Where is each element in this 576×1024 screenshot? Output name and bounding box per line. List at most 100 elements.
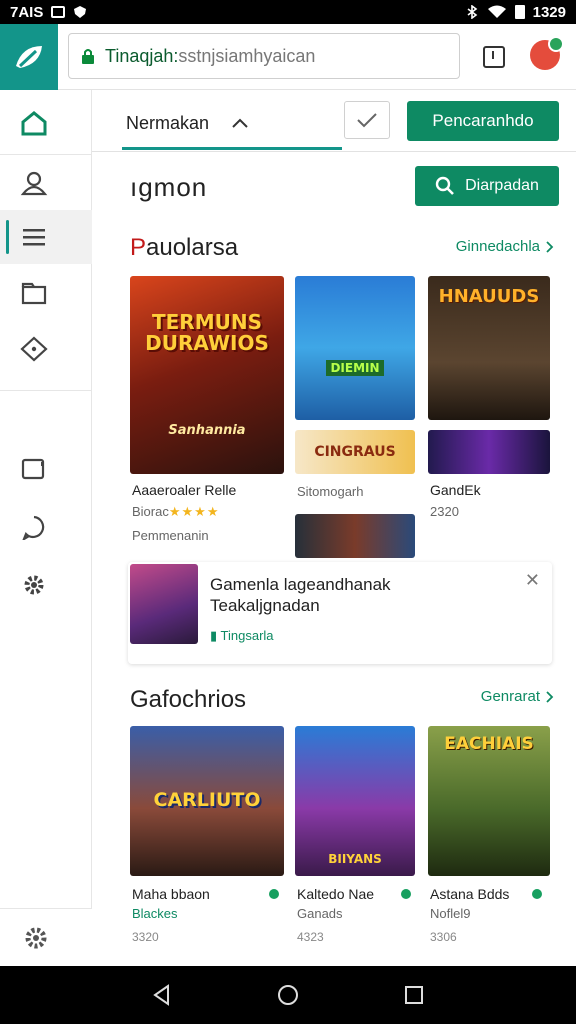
- url-path: sstnjsiamhyaican: [178, 45, 316, 66]
- search-button[interactable]: Diarpadan: [415, 166, 559, 206]
- close-icon[interactable]: ✕: [525, 570, 540, 591]
- status-clock: 1329: [532, 3, 566, 21]
- game-tile[interactable]: DIEMIN: [295, 276, 415, 420]
- game-tile-featured[interactable]: TERMUNS DURAWIOS Sanhannia: [130, 276, 284, 474]
- game-tile[interactable]: CINGRAUS: [295, 430, 415, 474]
- game-tile[interactable]: CARLIUTO: [130, 726, 284, 876]
- rating-stars: ★★★★: [168, 504, 220, 519]
- status-dot: [532, 889, 542, 899]
- game-meta: Noflel9: [430, 906, 471, 921]
- page-title: ıgmon: [130, 172, 208, 202]
- divider: [0, 390, 92, 391]
- status-dot: [269, 889, 279, 899]
- game-name: Maha bbaon: [132, 886, 210, 902]
- promo-card[interactable]: Gamenla lageandhanak Teakaljgnadan ▮ Tin…: [128, 562, 552, 664]
- back-icon[interactable]: [151, 984, 173, 1006]
- tile-art-subtitle: Sanhannia: [168, 423, 246, 439]
- status-bar: 7AIS 1329: [0, 0, 576, 24]
- check-icon: [357, 113, 377, 128]
- game-meta: Biorac★★★★: [132, 504, 220, 519]
- tile-art-title: EACHIAIS: [444, 734, 534, 754]
- game-name: Sitomogarh: [297, 484, 364, 499]
- tile-art-title: HNAUUDS: [438, 286, 540, 307]
- tab-selector[interactable]: Nermakan: [122, 102, 342, 150]
- settings-gear-icon: [25, 927, 47, 948]
- nav-folder[interactable]: [0, 266, 92, 320]
- app-logo[interactable]: [0, 24, 58, 90]
- tile-art-title: CINGRAUS: [314, 443, 396, 460]
- home-icon: [21, 111, 47, 136]
- tile-art-title: TERMUNS DURAWIOS: [145, 310, 269, 356]
- recents-icon[interactable]: [403, 984, 425, 1006]
- shield-icon: [74, 6, 87, 18]
- nav-tags[interactable]: [0, 322, 92, 376]
- nav-window[interactable]: [0, 442, 92, 496]
- chevron-up-icon: [232, 118, 248, 128]
- home-circle-icon[interactable]: [276, 983, 300, 1007]
- game-meta: Blackes: [132, 906, 178, 921]
- menu-icon: [23, 229, 45, 246]
- tab-label: Nermakan: [126, 112, 210, 133]
- game-name: Kaltedo Nae: [297, 886, 375, 902]
- game-name: Astana Bdds: [430, 886, 510, 902]
- game-tile[interactable]: EACHIAIS: [428, 726, 550, 876]
- game-tile[interactable]: [295, 514, 415, 558]
- folder-icon: [21, 282, 47, 305]
- game-extra: Pemmenanin: [132, 528, 209, 543]
- promo-art: [130, 564, 198, 644]
- game-meta: Ganads: [297, 906, 343, 921]
- wifi-icon: [487, 5, 506, 18]
- game-tile[interactable]: HNAUUDS: [428, 276, 550, 420]
- section-popular-title: Pauolarsa: [130, 234, 239, 261]
- search-label: Diarpadan: [465, 177, 539, 194]
- primary-action-button[interactable]: Pencaranhdo: [407, 101, 559, 141]
- status-dot: [401, 889, 411, 899]
- tile-art-title: CARLIUTO: [153, 789, 261, 812]
- main-content: ıgmon Diarpadan Pauolarsa Ginnedachla TE…: [92, 152, 576, 966]
- side-navigation: [0, 90, 92, 966]
- confirm-button[interactable]: [344, 101, 390, 139]
- nav-list[interactable]: [0, 210, 92, 264]
- chat-icon: [22, 515, 45, 540]
- browser-toolbar: Tinaqjah:sstnjsiamhyaican: [0, 24, 576, 90]
- nav-profile[interactable]: [0, 156, 92, 210]
- game-number: 3320: [132, 930, 159, 944]
- address-bar[interactable]: Tinaqjah:sstnjsiamhyaican: [68, 33, 460, 79]
- bluetooth-icon: [467, 5, 477, 19]
- game-name: Aaaeroaler Relle: [132, 482, 237, 498]
- leaf-logo-icon: [16, 46, 42, 68]
- tab-switcher-icon[interactable]: [483, 46, 505, 68]
- battery-icon: [514, 5, 525, 19]
- promo-tag: ▮ Tingsarla: [210, 628, 274, 643]
- lock-icon: [82, 49, 94, 64]
- tile-art-title: BIIYANS: [328, 852, 382, 867]
- section-popular-see-all[interactable]: Ginnedachla: [456, 238, 554, 255]
- status-time: 7AIS: [10, 3, 44, 21]
- person-icon: [20, 171, 48, 196]
- notification-icon: [51, 6, 66, 18]
- system-navigation-bar: [0, 966, 576, 1024]
- game-number: 4323: [297, 930, 324, 944]
- promo-title: Gamenla lageandhanak Teakaljgnadan: [210, 575, 391, 616]
- nav-settings[interactable]: [0, 558, 92, 612]
- game-tile[interactable]: [428, 430, 550, 474]
- url-host: Tinaqjah:: [105, 45, 179, 66]
- chevron-right-icon: [546, 690, 554, 703]
- nav-chat[interactable]: [0, 500, 92, 554]
- rail-settings-button[interactable]: [0, 908, 92, 966]
- divider: [0, 154, 92, 155]
- game-name: GandEk: [430, 482, 481, 498]
- tag-icon: [20, 336, 48, 362]
- gear-icon: [24, 575, 44, 595]
- tile-art-title: DIEMIN: [326, 359, 384, 377]
- nav-home[interactable]: [0, 96, 92, 150]
- game-number: 3306: [430, 930, 457, 944]
- game-tile[interactable]: BIIYANS: [295, 726, 415, 876]
- section-games-see-all[interactable]: Genrarat: [481, 688, 554, 705]
- section-games-title: Gafochrios: [130, 686, 247, 713]
- profile-avatar[interactable]: [530, 36, 564, 70]
- game-meta: 2320: [430, 504, 459, 519]
- tab-strip: Nermakan Pencaranhdo: [92, 90, 576, 152]
- chevron-right-icon: [546, 240, 554, 253]
- search-icon: [435, 176, 454, 195]
